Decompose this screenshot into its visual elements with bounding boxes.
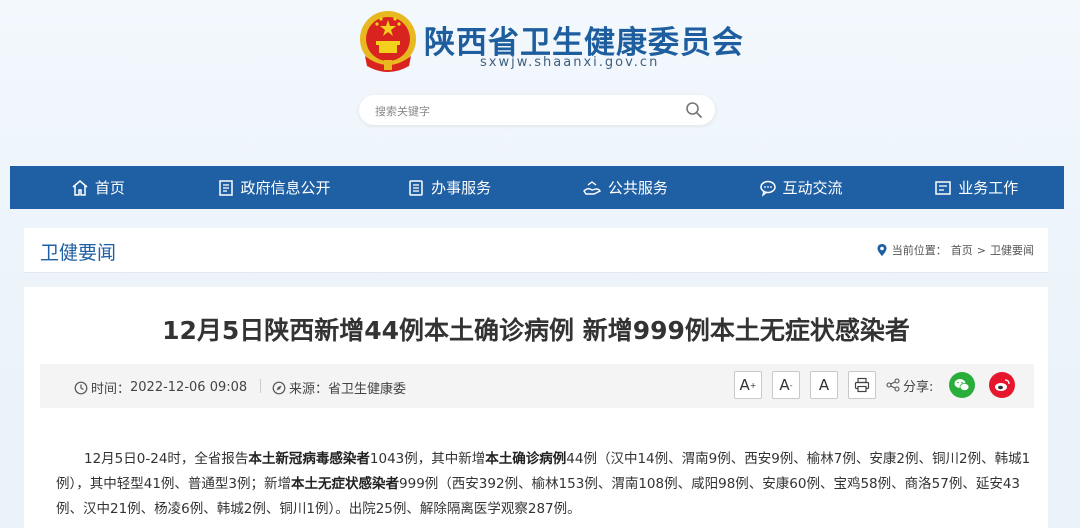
- article-body: 12月5日0-24时，全省报告本土新冠病毒感染者1043例，其中新增本土确诊病例…: [56, 447, 1036, 522]
- share-icon: [886, 378, 900, 392]
- nav-item-label: 政府信息公开: [240, 179, 331, 197]
- article-time: 时间： 2022-12-06 09:08: [74, 378, 247, 397]
- breadcrumb: 当前位置： 首页 > 卫健要闻: [876, 242, 1034, 258]
- time-value: 2022-12-06 09:08: [130, 380, 248, 395]
- article-headline: 12月5日陕西新增44例本土确诊病例 新增999例本土无症状感染者: [162, 316, 910, 345]
- site-domain: sxwjw.shaanxi.gov.cn: [480, 55, 660, 70]
- font-smaller-label: A: [779, 376, 790, 394]
- nav-item-home[interactable]: 首页: [10, 166, 186, 209]
- breadcrumb-separator: >: [976, 243, 986, 257]
- meta-divider: [260, 379, 261, 393]
- home-icon: [72, 179, 88, 196]
- site-header: 陕西省卫生健康委员会 sxwjw.shaanxi.gov.cn: [0, 0, 1080, 165]
- nav-item-public-service[interactable]: 公共服务: [537, 166, 713, 209]
- nav-item-label: 互动交流: [782, 179, 843, 197]
- wechat-icon: [954, 379, 970, 391]
- weibo-icon: [995, 379, 1011, 391]
- wechat-share-button[interactable]: [949, 372, 976, 398]
- article-source: 来源： 省卫生健康委: [272, 378, 406, 397]
- body-highlight-confirmed: 本土确诊病例: [485, 451, 567, 467]
- breadcrumb-current-link[interactable]: 卫健要闻: [990, 244, 1034, 257]
- nav-item-services[interactable]: 办事服务: [361, 166, 537, 209]
- list-icon: [409, 179, 423, 196]
- print-button[interactable]: [848, 371, 876, 399]
- body-text-1: 12月5日0-24时，全省报告: [84, 451, 249, 467]
- source-label: 来源：: [289, 382, 329, 397]
- search-input[interactable]: [373, 100, 677, 122]
- nav-item-label: 办事服务: [431, 179, 492, 197]
- font-normal-label: A: [818, 376, 830, 394]
- font-larger-label: A: [739, 376, 750, 394]
- body-highlight-infections: 本土新冠病毒感染者: [248, 451, 370, 467]
- nav-item-label: 首页: [94, 179, 125, 197]
- nav-item-label: 业务工作: [958, 179, 1019, 197]
- breadcrumb-home-link[interactable]: 首页: [951, 244, 973, 257]
- nav-item-business[interactable]: 业务工作: [888, 166, 1064, 209]
- share-label: 分享:: [886, 376, 933, 395]
- search-icon[interactable]: [685, 101, 703, 119]
- time-label: 时间：: [91, 382, 131, 397]
- document-icon: [218, 179, 233, 196]
- nav-item-interaction[interactable]: 互动交流: [713, 166, 889, 209]
- service-icon: [582, 180, 601, 195]
- section-title: 卫健要闻: [40, 242, 117, 264]
- print-icon: [854, 377, 870, 393]
- breadcrumb-prefix: 当前位置：: [891, 244, 947, 257]
- font-smaller-button[interactable]: A-: [772, 371, 800, 399]
- share-text: 分享:: [903, 379, 934, 395]
- main-nav: 首页 政府信息公开 办事服务 公共服务 互动交流 业务工作: [10, 166, 1064, 209]
- nav-item-label: 公共服务: [607, 179, 668, 197]
- section-header: 卫健要闻 当前位置： 首页 > 卫健要闻: [24, 228, 1048, 273]
- article-meta-bar: 时间： 2022-12-06 09:08 来源： 省卫生健康委 A + A- A …: [40, 364, 1034, 408]
- article: 12月5日陕西新增44例本土确诊病例 新增999例本土无症状感染者 时间： 20…: [24, 287, 1048, 528]
- source-value: 省卫生健康委: [328, 382, 407, 397]
- chat-icon: [759, 180, 776, 197]
- body-highlight-asymptomatic: 本土无症状感染者: [291, 476, 400, 492]
- work-icon: [935, 180, 951, 195]
- weibo-share-button[interactable]: [989, 372, 1016, 398]
- compass-icon: [272, 381, 286, 394]
- location-pin-icon: [877, 244, 887, 256]
- body-text-2: 1043例，其中新增: [369, 451, 486, 467]
- article-tools: A + A- A 分享:: [734, 371, 1029, 399]
- search-box: [359, 95, 715, 125]
- national-emblem-icon: [360, 11, 416, 72]
- nav-item-gov-info[interactable]: 政府信息公开: [186, 166, 362, 209]
- font-normal-button[interactable]: A: [810, 371, 838, 399]
- clock-icon: [74, 381, 88, 394]
- font-larger-button[interactable]: A +: [734, 371, 762, 399]
